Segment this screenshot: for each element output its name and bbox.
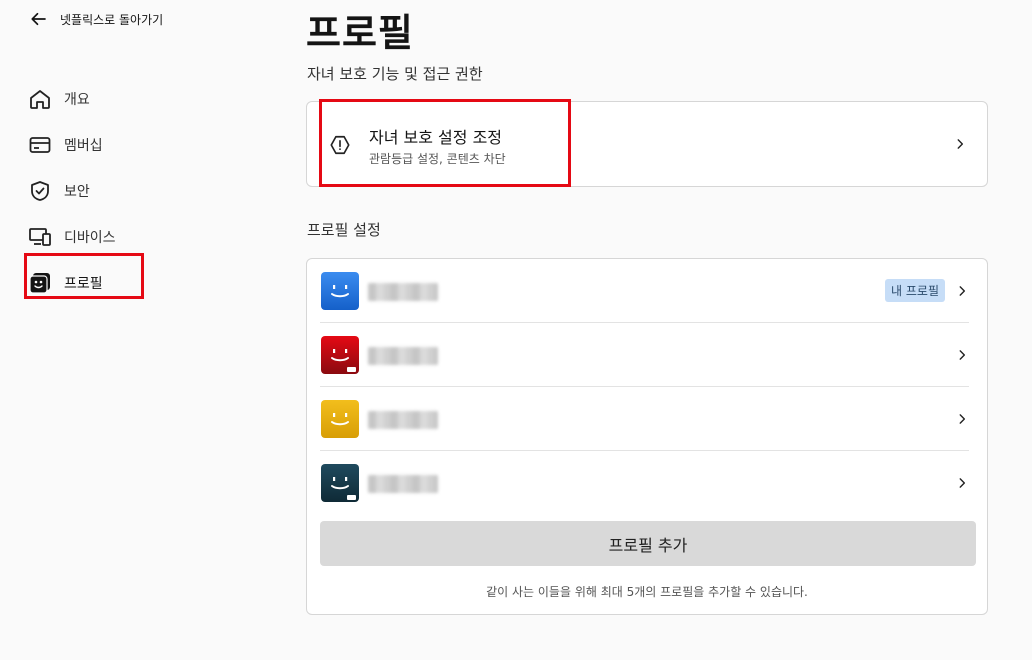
page-title: 프로필 — [306, 11, 414, 55]
parental-subtitle: 관람등급 설정, 콘텐츠 차단 — [369, 152, 506, 166]
add-profile-note: 같이 사는 이들을 위해 최대 5개의 프로필을 추가할 수 있습니다. — [486, 585, 808, 599]
sidebar-item-security[interactable]: 보안 — [28, 168, 168, 214]
chevron-right-icon — [959, 478, 966, 488]
parental-title: 자녀 보호 설정 조정 — [369, 128, 503, 147]
chevron-right-icon — [959, 414, 966, 424]
profiles-card: 내 프로필 프로필 추가 같이 사는 이들을 위해 최대 5개의 프로필을 추가… — [306, 258, 988, 615]
shield-icon — [31, 181, 49, 201]
devices-icon — [29, 228, 51, 246]
parental-controls-card[interactable]: 자녀 보호 설정 조정 관람등급 설정, 콘텐츠 차단 — [306, 101, 988, 187]
profile-row[interactable]: 내 프로필 — [320, 259, 969, 323]
sidebar-item-label: 개요 — [64, 92, 90, 108]
sidebar-item-membership[interactable]: 멤버십 — [28, 122, 168, 168]
profile-name-blurred — [368, 475, 438, 493]
card-icon — [29, 137, 51, 153]
sidebar-item-label: 멤버십 — [64, 138, 103, 154]
my-profile-badge: 내 프로필 — [885, 279, 945, 302]
sidebar-item-profiles[interactable]: 프로필 — [28, 260, 168, 306]
sidebar-item-overview[interactable]: 개요 — [28, 76, 168, 122]
arrow-left-icon — [31, 12, 46, 26]
parental-section-label: 자녀 보호 기능 및 접근 권한 — [307, 65, 483, 83]
chevron-right-icon — [959, 350, 966, 360]
sidebar-item-label: 디바이스 — [64, 230, 116, 246]
profile-name-blurred — [368, 347, 438, 365]
add-profile-button[interactable]: 프로필 추가 — [320, 521, 976, 566]
profile-row[interactable] — [320, 323, 969, 387]
sidebar-item-devices[interactable]: 디바이스 — [28, 214, 168, 260]
chevron-right-icon — [957, 139, 964, 149]
back-label: 넷플릭스로 돌아가기 — [60, 12, 164, 27]
profiles-icon — [29, 273, 50, 294]
avatar — [321, 464, 359, 502]
profile-row[interactable] — [320, 451, 969, 515]
profile-name-blurred — [368, 283, 438, 301]
avatar — [321, 336, 359, 374]
sidebar-item-label: 보안 — [64, 184, 90, 200]
profile-row[interactable] — [320, 387, 969, 451]
avatar — [321, 272, 359, 310]
sidebar-nav: 개요 멤버십 보안 디바이스 프로필 — [28, 76, 168, 306]
sidebar-item-label: 프로필 — [64, 276, 103, 292]
chevron-right-icon — [959, 286, 966, 296]
back-to-netflix-link[interactable]: 넷플릭스로 돌아가기 — [30, 10, 163, 28]
home-icon — [30, 90, 50, 109]
avatar — [321, 400, 359, 438]
profile-name-blurred — [368, 411, 438, 429]
alert-icon — [330, 135, 350, 155]
profiles-section-label: 프로필 설정 — [307, 221, 381, 239]
